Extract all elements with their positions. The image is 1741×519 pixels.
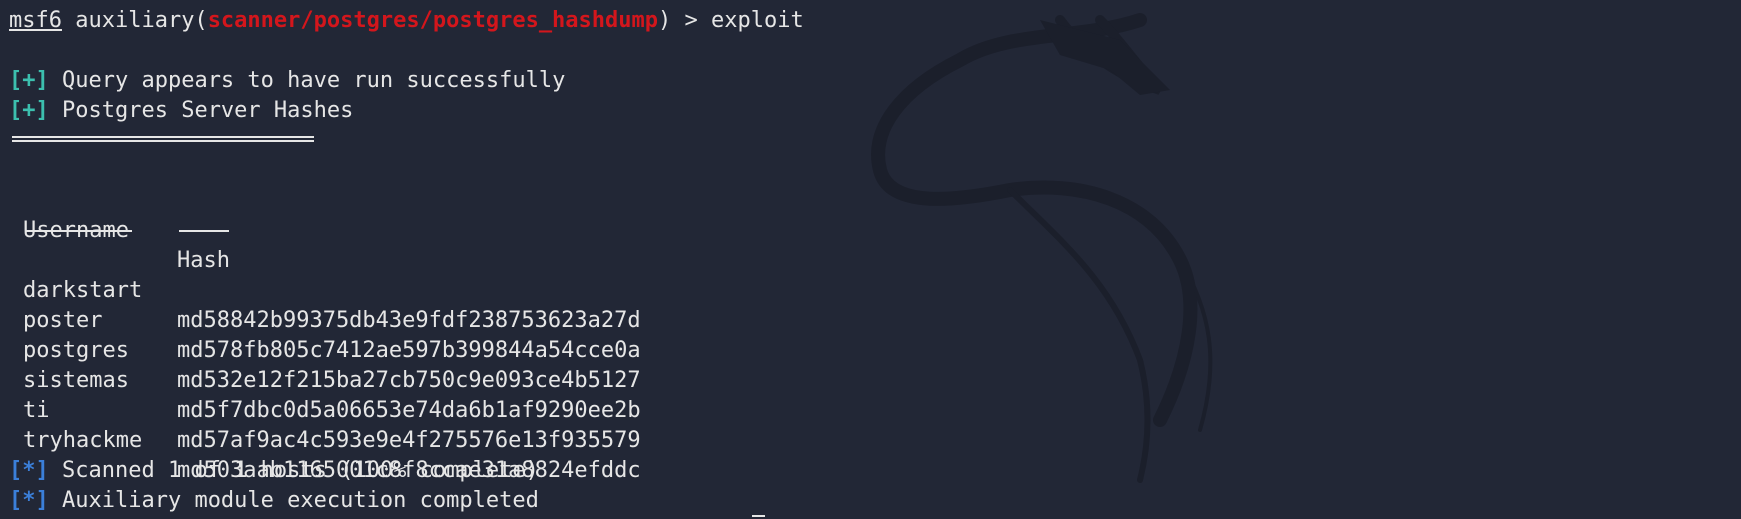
terminal-output: msf6 auxiliary(scanner/postgres/postgres… <box>9 6 1741 516</box>
msf-prompt: msf6 <box>9 8 62 33</box>
username-cell: tryhackme <box>23 428 143 453</box>
table-header-row: Username Hash <box>9 186 1741 273</box>
prompt-command: ) > exploit <box>658 8 804 33</box>
status-text: Query appears to have run successfully <box>48 68 566 93</box>
command-prompt-line: msf6 auxiliary(scanner/postgres/postgres… <box>9 6 1741 36</box>
hash-cell: md503aab1165001c8f8ccae31a8824efddc <box>177 458 641 483</box>
table-row: darkstart md58842b99375db43e9fdf23875362… <box>9 246 1741 333</box>
status-line-completed: [*] Auxiliary module execution completed <box>9 486 1741 516</box>
table-row: postgres md532e12f215ba27cb750c9e093ce4b… <box>9 306 1741 393</box>
terminal-cursor <box>752 515 765 517</box>
username-underline <box>25 230 132 232</box>
status-line-hashes-title: [+] Postgres Server Hashes <box>9 96 1741 126</box>
hash-cell: md57af9ac4c593e9e4f275576e13f935579 <box>177 428 641 453</box>
prompt-auxiliary-prefix: auxiliary( <box>61 8 208 33</box>
table-title: Postgres Server Hashes <box>48 98 354 123</box>
table-row: tryhackme md503aab1165001c8f8ccae31a8824… <box>9 396 1741 483</box>
double-underline <box>12 136 314 142</box>
table-header-underline <box>9 216 1741 246</box>
success-tag: [+] <box>9 98 49 123</box>
status-text: Auxiliary module execution completed <box>48 488 539 513</box>
success-tag: [+] <box>9 68 49 93</box>
title-double-rule <box>9 126 1741 156</box>
table-row: sistemas md5f7dbc0d5a06653e74da6b1af9290… <box>9 336 1741 423</box>
table-row: ti md57af9ac4c593e9e4f275576e13f935579 <box>9 366 1741 453</box>
table-row: poster md578fb805c7412ae597b399844a54cce… <box>9 276 1741 363</box>
module-name: scanner/postgres/postgres_hashdump <box>207 8 659 33</box>
hash-underline <box>179 230 229 232</box>
status-line-query: [+] Query appears to have run successful… <box>9 66 1741 96</box>
